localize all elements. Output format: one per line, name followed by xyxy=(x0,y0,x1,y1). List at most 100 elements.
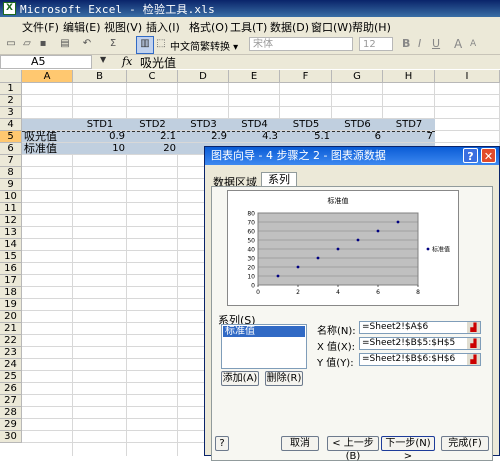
name-box[interactable]: A5 xyxy=(0,55,92,69)
y-values-field[interactable]: =Sheet2!$B$6:$H$6 ▟ xyxy=(359,353,481,366)
row-header-6[interactable]: 6 xyxy=(0,143,22,155)
cell-c5[interactable]: 2.1 xyxy=(127,131,178,143)
menu-format[interactable]: 格式(O) xyxy=(189,19,228,34)
cell-f5[interactable]: 5.1 xyxy=(280,131,332,143)
range-picker-icon[interactable]: ▟ xyxy=(467,322,480,333)
row-header-4[interactable]: 4 xyxy=(0,119,22,131)
italic-button[interactable]: I xyxy=(418,37,421,50)
row-header-27[interactable]: 27 xyxy=(0,395,22,407)
cell-b4[interactable]: STD1 xyxy=(73,119,127,131)
row-header-12[interactable]: 12 xyxy=(0,215,22,227)
new-file-icon[interactable]: ▭ xyxy=(4,37,18,51)
column-header-f[interactable]: F xyxy=(280,70,332,83)
row-header-29[interactable]: 29 xyxy=(0,419,22,431)
range-picker-icon[interactable]: ▟ xyxy=(467,354,480,365)
save-icon[interactable]: ▪ xyxy=(36,37,50,51)
series-list[interactable]: 标准值 xyxy=(221,324,307,369)
cell-d4[interactable]: STD3 xyxy=(178,119,229,131)
font-select[interactable]: 宋体 xyxy=(249,37,353,51)
select-all-corner[interactable] xyxy=(0,70,22,83)
cell-b6[interactable]: 10 xyxy=(73,143,127,155)
cell-h4[interactable]: STD7 xyxy=(383,119,435,131)
chinese-conversion-button[interactable]: 中文简繁转换 ▾ xyxy=(170,38,238,53)
cell-g4[interactable]: STD6 xyxy=(332,119,383,131)
autosum-icon[interactable]: Σ xyxy=(106,37,120,51)
column-header-g[interactable]: G xyxy=(332,70,383,83)
column-header-h[interactable]: H xyxy=(383,70,435,83)
row-header-9[interactable]: 9 xyxy=(0,179,22,191)
menu-view[interactable]: 视图(V) xyxy=(104,19,142,34)
add-series-button[interactable]: 添加(A) xyxy=(221,371,259,386)
finish-button[interactable]: 完成(F) xyxy=(441,436,489,451)
font-grow-button[interactable]: A xyxy=(454,37,462,51)
row-header-13[interactable]: 13 xyxy=(0,227,22,239)
row-header-10[interactable]: 10 xyxy=(0,191,22,203)
menu-tools[interactable]: 工具(T) xyxy=(230,19,267,34)
menu-file[interactable]: 文件(F) xyxy=(22,19,59,34)
range-picker-icon[interactable]: ▟ xyxy=(467,338,480,349)
remove-series-button[interactable]: 删除(R) xyxy=(265,371,303,386)
drawing-icon[interactable]: ⬚ xyxy=(154,37,168,51)
column-header-e[interactable]: E xyxy=(229,70,280,83)
open-folder-icon[interactable]: ▱ xyxy=(20,37,34,51)
column-header-c[interactable]: C xyxy=(127,70,178,83)
column-header-a[interactable]: A xyxy=(22,70,73,83)
row-header-30[interactable]: 30 xyxy=(0,431,22,443)
name-field[interactable]: =Sheet2!$A$6 ▟ xyxy=(359,321,481,334)
bold-button[interactable]: B xyxy=(402,37,410,50)
row-header-14[interactable]: 14 xyxy=(0,239,22,251)
row-header-7[interactable]: 7 xyxy=(0,155,22,167)
x-values-field[interactable]: =Sheet2!$B$5:$H$5 ▟ xyxy=(359,337,481,350)
row-header-18[interactable]: 18 xyxy=(0,287,22,299)
row-header-2[interactable]: 2 xyxy=(0,95,22,107)
cell-c4[interactable]: STD2 xyxy=(127,119,178,131)
cell-h5[interactable]: 7 xyxy=(383,131,435,143)
print-icon[interactable]: ▤ xyxy=(58,37,72,51)
formula-input[interactable]: 吸光值 xyxy=(140,54,176,71)
column-header-i[interactable]: I xyxy=(435,70,500,83)
column-header-b[interactable]: B xyxy=(73,70,127,83)
cell-e4[interactable]: STD4 xyxy=(229,119,280,131)
cell-a6[interactable]: 标准值 xyxy=(22,143,73,155)
row-header-22[interactable]: 22 xyxy=(0,335,22,347)
row-header-15[interactable]: 15 xyxy=(0,251,22,263)
column-header-d[interactable]: D xyxy=(178,70,229,83)
cell-f4[interactable]: STD5 xyxy=(280,119,332,131)
font-shrink-button[interactable]: A xyxy=(470,39,476,49)
row-header-16[interactable]: 16 xyxy=(0,263,22,275)
row-header-21[interactable]: 21 xyxy=(0,323,22,335)
row-header-11[interactable]: 11 xyxy=(0,203,22,215)
chart-wizard-icon[interactable]: ▥ xyxy=(136,36,154,54)
menu-insert[interactable]: 插入(I) xyxy=(146,19,180,34)
row-header-28[interactable]: 28 xyxy=(0,407,22,419)
list-item[interactable]: 标准值 xyxy=(223,326,305,337)
row-header-20[interactable]: 20 xyxy=(0,311,22,323)
row-header-3[interactable]: 3 xyxy=(0,107,22,119)
cell-e5[interactable]: 4.3 xyxy=(229,131,280,143)
row-header-25[interactable]: 25 xyxy=(0,371,22,383)
cell-d5[interactable]: 2.9 xyxy=(178,131,229,143)
row-header-1[interactable]: 1 xyxy=(0,83,22,95)
cell-c6[interactable]: 20 xyxy=(127,143,178,155)
menu-data[interactable]: 数据(D) xyxy=(270,19,309,34)
row-header-23[interactable]: 23 xyxy=(0,347,22,359)
row-header-19[interactable]: 19 xyxy=(0,299,22,311)
close-icon[interactable]: ✕ xyxy=(481,148,496,163)
cancel-button[interactable]: 取消 xyxy=(281,436,319,451)
back-button[interactable]: < 上一步(B) xyxy=(327,436,379,462)
row-header-8[interactable]: 8 xyxy=(0,167,22,179)
help-icon[interactable]: ? xyxy=(463,148,478,163)
underline-button[interactable]: U xyxy=(432,37,440,50)
menu-window[interactable]: 窗口(W) xyxy=(311,19,352,34)
undo-icon[interactable]: ↶ xyxy=(80,37,94,51)
help-button[interactable]: ? xyxy=(215,436,229,451)
cell-g5[interactable]: 6 xyxy=(332,131,383,143)
cell-b5[interactable]: 0.9 xyxy=(73,131,127,143)
row-header-24[interactable]: 24 xyxy=(0,359,22,371)
row-header-17[interactable]: 17 xyxy=(0,275,22,287)
function-icon[interactable]: fx xyxy=(122,55,132,68)
tab-series[interactable]: 系列 xyxy=(261,172,297,187)
menu-help[interactable]: 帮助(H) xyxy=(352,19,391,34)
menu-edit[interactable]: 编辑(E) xyxy=(63,19,101,34)
font-size-select[interactable]: 12 xyxy=(359,37,393,51)
